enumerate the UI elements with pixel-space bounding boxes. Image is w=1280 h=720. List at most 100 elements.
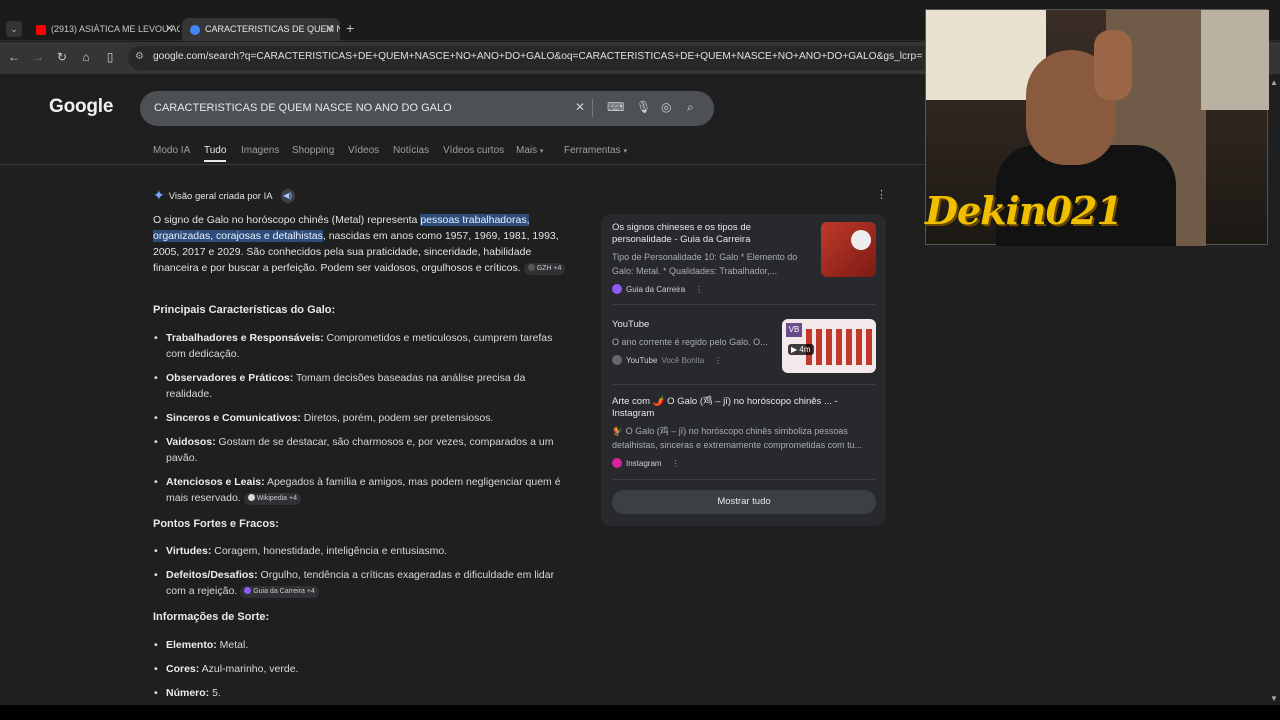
source-chip[interactable]: GZH +4 [523,263,566,275]
ai-overview-header: ✦ Visão geral criada por IA ◀) [153,187,295,204]
item-text: Azul-marinho, verde. [199,663,299,675]
google-icon [190,24,200,35]
chip-label: Wikipedia +4 [256,495,297,502]
forward-arrow-icon[interactable]: → [30,50,46,64]
item-term: Trabalhadores e Responsáveis: [166,332,324,344]
caret-down-icon: ▾ [539,148,544,155]
source-snippet: 🐓 O Galo (鸡 – jī) no horóscopo chinês si… [612,426,863,450]
source-snippet: Tipo de Personalidade 10: Galo * Element… [612,252,798,276]
item-term: Sinceros e Comunicativos: [166,412,301,424]
item-term: Defeitos/Desafios: [166,569,258,581]
speaker-icon[interactable]: ◀) [280,189,295,203]
back-arrow-icon[interactable]: ← [6,50,22,64]
divider [612,479,876,480]
show-all-button[interactable]: Mostrar tudo [612,490,876,514]
scroll-down-icon[interactable]: ▼ [1270,694,1278,703]
list-item: Cores: Azul-marinho, verde. [154,661,574,677]
highlighted-text: organizadas, corajosas e detalhistas [153,230,323,242]
list-item: Atenciosos e Leais: Apegados à família e… [154,474,574,506]
close-tab-icon[interactable]: ✕ [325,18,334,41]
chip-label: GZH +4 [536,265,562,272]
ai-overview-title: Visão geral criada por IA [168,191,273,202]
tab-noticias[interactable]: Notícias [393,145,429,156]
home-icon[interactable]: ⌂ [78,50,94,64]
video-thumbnail[interactable]: VB ▶ 4m [782,319,876,373]
more-options-icon[interactable]: ⋮ [672,459,680,468]
tab-mais[interactable]: Mais ▾ [516,145,543,156]
source-chip[interactable]: Wikipedia +4 [243,493,301,505]
item-term: Virtudes: [166,545,212,557]
item-text: Metal. [216,639,249,651]
tab-label: Ferramentas [564,145,621,156]
divider [592,99,593,117]
yin-yang-icon [851,230,871,250]
item-term: Vaidosos: [166,436,216,448]
wikipedia-icon [247,494,255,501]
source-meta: Guia da Carreira ⋮ [612,284,876,294]
tab-shopping[interactable]: Shopping [292,145,334,156]
source-card-youtube[interactable]: YouTube O ano corrente é regido pelo Gal… [612,319,876,373]
guia-carreira-icon [612,284,622,294]
new-tab-plus-icon[interactable]: + [346,20,354,36]
guia-carreira-icon [244,587,252,594]
more-options-icon[interactable]: ⋮ [695,285,703,294]
browser-tab-youtube[interactable]: (2913) ASIÁTICA ME LEVOU AO ✕ [28,18,180,41]
list-item: Defeitos/Desafios: Orgulho, tendência a … [154,567,574,599]
scroll-up-icon[interactable]: ▲ [1270,78,1278,87]
more-options-icon[interactable]: ⋮ [876,188,887,201]
source-snippet: O ano corrente é regido pelo Galo. O... [612,337,768,347]
section-heading: Pontos Fortes e Fracos: [153,518,279,530]
item-term: Cores: [166,663,200,675]
section-heading: Principais Características do Galo: [153,304,336,316]
source-thumbnail[interactable] [821,222,876,277]
section-heading: Informações de Sorte: [153,611,270,623]
rooster-pattern [806,329,872,365]
divider [612,384,876,385]
site-info-icon[interactable]: ⚙ [135,51,144,62]
tab-modo-ia[interactable]: Modo IA [153,145,190,156]
source-site: Guia da Carreira [626,285,686,294]
source-title[interactable]: Arte com 🌶️ O Galo (鸡 – jī) no horóscopo… [612,396,876,420]
source-title[interactable]: Os signos chineses e os tipos de persona… [612,222,812,246]
text: O signo de Galo no horóscopo chinês (Met… [153,214,421,226]
webcam-person-hand [1094,30,1132,100]
tab-videos[interactable]: Vídeos [348,145,379,156]
source-chip[interactable]: Guia da Carreira +4 [240,586,319,598]
keyboard-icon[interactable]: ⌨ [607,100,624,114]
browser-tab-google[interactable]: CARACTERISTICAS DE QUEM N ✕ [182,18,340,41]
item-text: Gostam de se destacar, são charmosos e, … [166,436,554,464]
item-term: Observadores e Práticos: [166,372,294,384]
close-tab-icon[interactable]: ✕ [165,18,174,41]
caret-down-icon: ▾ [623,148,627,155]
lens-icon[interactable]: ◎ [661,100,671,114]
youtube-icon [36,24,46,35]
youtube-channel-icon [612,355,622,365]
clear-icon[interactable]: ✕ [575,100,585,114]
source-card-instagram[interactable]: Arte com 🌶️ O Galo (鸡 – jī) no horóscopo… [612,396,876,468]
tab-imagens[interactable]: Imagens [241,145,279,156]
list-item: Elemento: Metal. [154,637,574,653]
search-box[interactable]: CARACTERISTICAS DE QUEM NASCE NO ANO DO … [140,91,714,126]
url-text[interactable]: google.com/search?q=CARACTERISTICAS+DE+Q… [153,51,923,62]
google-logo[interactable]: Google [49,96,113,118]
tab-list-chevron-icon[interactable]: ⌄ [6,21,22,37]
source-site: YouTube [626,356,658,365]
webcam-background-poster [1201,10,1269,110]
search-input[interactable]: CARACTERISTICAS DE QUEM NASCE NO ANO DO … [154,102,452,114]
tab-title: (2913) ASIÁTICA ME LEVOU AO [51,24,180,34]
tab-videos-curtos[interactable]: Vídeos curtos [443,145,504,156]
list-item: Virtudes: Coragem, honestidade, inteligê… [154,543,574,559]
reload-icon[interactable]: ↻ [54,50,70,64]
item-text: Coragem, honestidade, inteligência e ent… [211,545,448,557]
tab-ferramentas[interactable]: Ferramentas ▾ [564,145,627,156]
microphone-icon[interactable]: 🎙 [636,100,651,114]
search-icon[interactable]: ⌕ [687,100,694,115]
more-options-icon[interactable]: ⋮ [714,356,722,365]
item-term: Elemento: [166,639,217,651]
chip-label: Guia da Carreira +4 [253,588,315,595]
side-panel-icon[interactable]: ▯ [102,50,118,64]
source-card-guia[interactable]: Os signos chineses e os tipos de persona… [612,222,876,294]
tab-tudo[interactable]: Tudo [204,145,227,162]
source-channel: Você Bonita [661,356,705,365]
bottom-black-bar [0,705,1280,720]
